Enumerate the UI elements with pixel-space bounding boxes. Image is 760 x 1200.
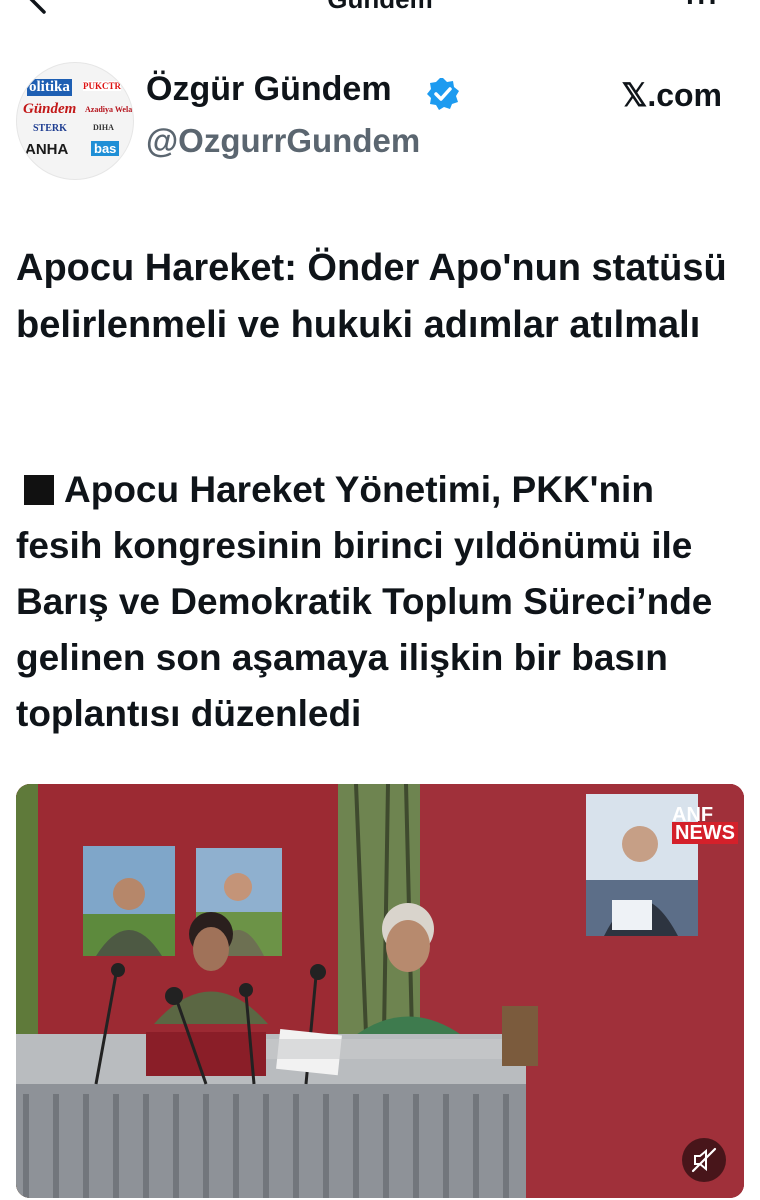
author-handle[interactable]: @OzgurrGundem xyxy=(146,122,420,160)
video-frame xyxy=(16,784,744,1198)
avatar-logo-politika: olitika xyxy=(27,79,72,96)
top-bar: Gündem ··· xyxy=(0,0,760,22)
video-player[interactable]: ANF NEWS xyxy=(16,784,744,1198)
more-icon[interactable]: ··· xyxy=(686,0,720,16)
author-name[interactable]: Özgür Gündem xyxy=(146,70,392,109)
avatar-logo-bas: bas xyxy=(91,141,120,156)
post-body-text: Apocu Hareket Yönetimi, PKK'nin fesih ko… xyxy=(16,469,713,734)
avatar-logo-azadiya: Azadiya Wela xyxy=(85,105,133,114)
post-headline: Apocu Hareket: Önder Apo'nun statüsü bel… xyxy=(16,247,727,346)
bullet-square-icon xyxy=(24,475,54,505)
post-body: Apocu Hareket Yönetimi, PKK'nin fesih ko… xyxy=(16,462,746,742)
anf-news-watermark: ANF NEWS xyxy=(672,805,738,844)
mute-icon[interactable] xyxy=(682,1138,726,1182)
avatar-logo-gundem: Gündem xyxy=(23,101,77,117)
page-title: Gündem xyxy=(0,0,760,15)
avatar-logo-sterk: STERK xyxy=(33,123,67,134)
verified-badge-icon xyxy=(427,78,459,110)
anf-watermark-bottom: NEWS xyxy=(672,822,738,844)
avatar[interactable]: olitika PUKCTR Gündem Azadiya Wela STERK… xyxy=(16,62,134,180)
avatar-logo-anha: ANHA xyxy=(25,141,69,158)
avatar-logo-pukcr: PUKCTR xyxy=(83,81,121,91)
source-label: 𝕏.com xyxy=(621,77,722,113)
avatar-logo-diha: DIHA xyxy=(93,123,114,132)
